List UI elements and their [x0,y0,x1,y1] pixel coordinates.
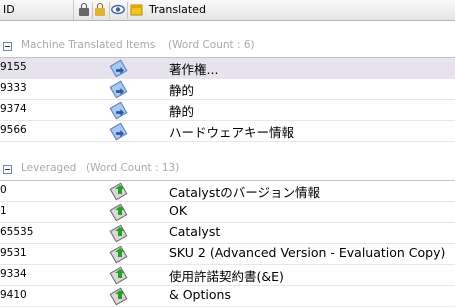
row-id: 9333 [0,82,27,94]
leveraged-icon [109,287,128,306]
column-divider[interactable] [109,2,110,19]
row-translation: OK [169,203,188,218]
row-id: 9566 [0,124,27,136]
table-row[interactable]: 9531 SKU 2 (Advanced Version - Evaluatio… [0,244,455,265]
table-row[interactable]: 9566 ハードウェアキー情報 [0,121,455,142]
row-translation: Catalystのバージョン情報 [169,185,320,200]
row-translation: 使用許諾契約書(&E) [169,269,284,284]
row-id: 9531 [0,247,27,259]
collapse-toggle[interactable] [3,42,12,51]
leveraged-icon [109,182,128,201]
translated-column-header[interactable]: Translated [146,0,455,20]
column-header: ID Translated [0,0,455,21]
id-column-header[interactable]: ID [0,0,74,20]
row-translation: ハードウェアキー情報 [169,125,295,140]
leveraged-icon [109,266,128,285]
table-row[interactable]: 65535 Catalyst [0,223,455,244]
group-word-count: (Word Count : 6) [168,39,255,51]
leveraged-icon [109,224,128,243]
column-divider[interactable] [92,2,93,19]
table-row[interactable]: 9333 静的 [0,79,455,100]
table-row[interactable]: 0 Catalystのバージョン情報 [0,181,455,202]
machine-translation-icon [109,59,128,78]
machine-translation-icon [109,101,128,120]
row-translation: 著作権... [169,62,219,77]
collapse-toggle[interactable] [3,165,12,174]
note-icon[interactable] [130,3,143,16]
group-title: Leveraged [21,162,77,174]
group-machine-translated: Machine Translated Items (Word Count : 6… [0,38,455,58]
row-translation: 静的 [169,83,195,98]
gold-lock-icon[interactable] [94,3,107,16]
group-title: Machine Translated Items [21,39,156,51]
row-id: 9374 [0,103,27,115]
row-translation: & Options [169,287,231,302]
table-row[interactable]: 9410 & Options [0,286,455,307]
group-label: Leveraged (Word Count : 13) [21,162,179,174]
group-word-count: (Word Count : 13) [86,162,180,174]
lock-icon[interactable] [78,3,91,16]
leveraged-icon [109,245,128,264]
table-row[interactable]: 9334 使用許諾契約書(&E) [0,265,455,286]
row-id: 1 [0,205,7,217]
column-divider[interactable] [127,2,128,19]
row-id: 9334 [0,268,27,280]
row-translation: 静的 [169,104,195,119]
table-row[interactable]: 9155 著作権... [0,58,455,79]
group-leveraged: Leveraged (Word Count : 13) [0,161,455,181]
leveraged-icon [109,203,128,222]
row-id: 9410 [0,289,27,301]
row-translation: SKU 2 (Advanced Version - Evaluation Cop… [169,245,446,260]
eye-icon[interactable] [111,3,125,16]
row-id: 65535 [0,226,34,238]
machine-translation-icon [109,80,128,99]
row-translation: Catalyst [169,224,221,239]
row-id: 9155 [0,61,27,73]
table-row[interactable]: 1 OK [0,202,455,223]
table-row[interactable]: 9374 静的 [0,100,455,121]
row-id: 0 [0,184,7,196]
machine-translation-icon [109,122,128,141]
group-label: Machine Translated Items (Word Count : 6… [21,39,255,51]
